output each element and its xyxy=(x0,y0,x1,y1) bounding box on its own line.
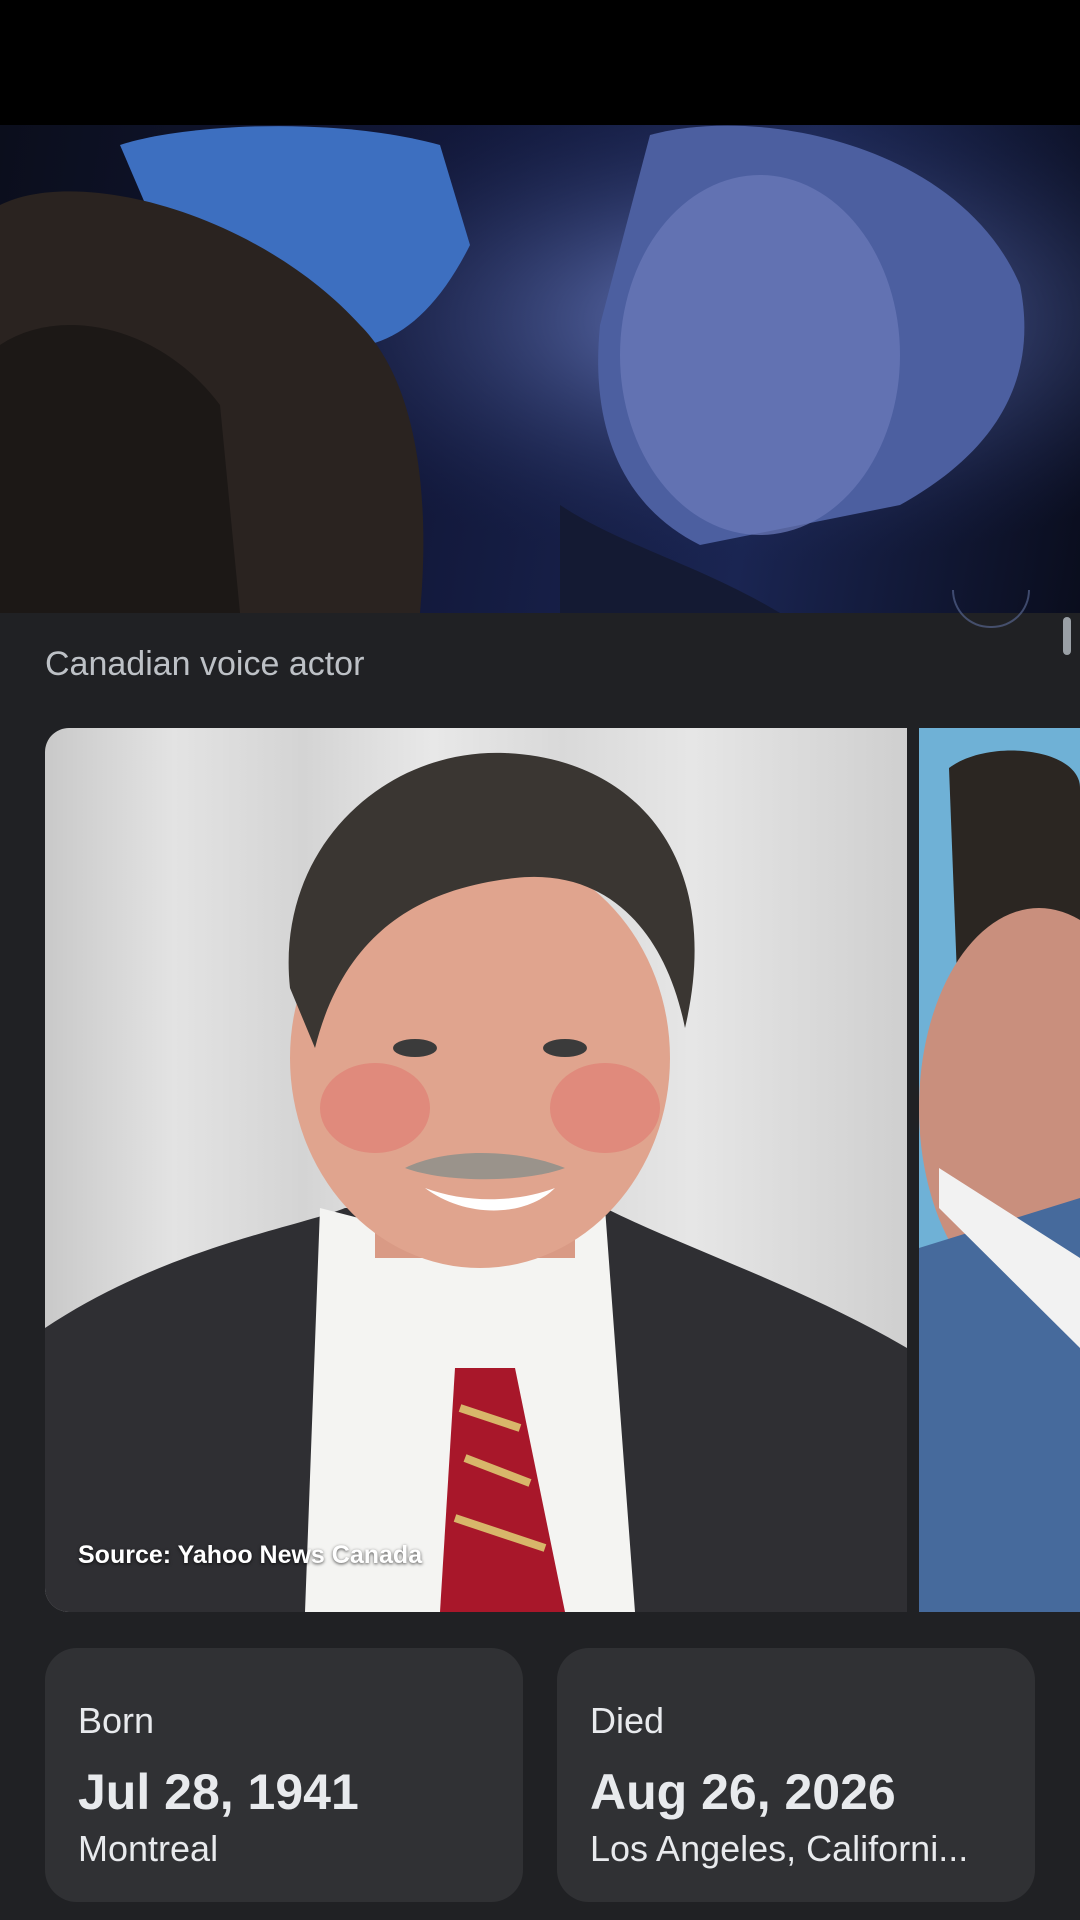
portrait-illustration xyxy=(45,752,907,1612)
died-label: Died xyxy=(590,1700,665,1741)
next-portrait-illustration xyxy=(919,750,1080,1612)
born-label: Born xyxy=(78,1700,155,1741)
died-date: Aug 26, 2026 xyxy=(590,1764,896,1820)
died-place: Los Angeles, Californi... xyxy=(590,1828,969,1869)
portrait-image[interactable]: Source: Yahoo News Canada xyxy=(45,728,907,1612)
born-date: Jul 28, 1941 xyxy=(78,1764,359,1820)
scrollbar[interactable] xyxy=(1063,617,1071,655)
hero-scene-illustration xyxy=(0,125,1080,613)
subtitle: Canadian voice actor xyxy=(45,645,365,683)
next-portrait-image[interactable] xyxy=(919,728,1080,1612)
hero-image[interactable] xyxy=(0,125,1080,613)
image-source-caption: Source: Yahoo News Canada xyxy=(78,1541,423,1569)
born-card[interactable]: Born Jul 28, 1941 Montreal xyxy=(45,1648,523,1902)
born-place: Montreal xyxy=(78,1828,219,1869)
died-card[interactable]: Died Aug 26, 2026 Los Angeles, Californi… xyxy=(557,1648,1035,1902)
status-bar-area xyxy=(0,0,1080,125)
